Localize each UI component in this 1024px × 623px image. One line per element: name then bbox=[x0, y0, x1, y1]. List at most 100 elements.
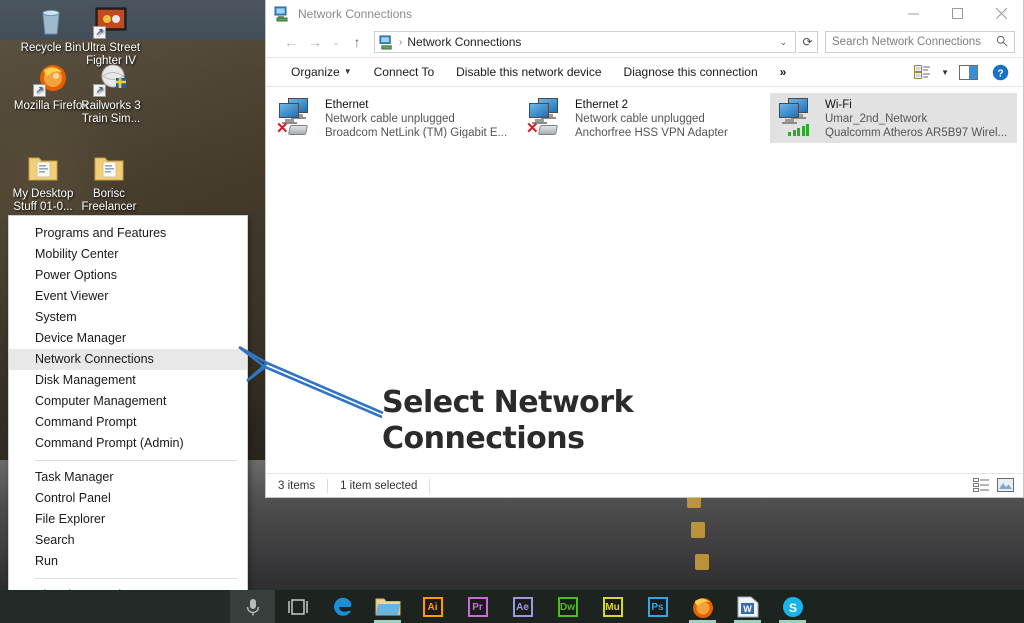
connection-name: Ethernet bbox=[325, 98, 507, 112]
menu-item-control-panel[interactable]: Control Panel bbox=[9, 488, 247, 509]
up-button[interactable]: ↑ bbox=[346, 31, 368, 53]
connection-item[interactable]: ✕EthernetNetwork cable unpluggedBroadcom… bbox=[270, 93, 517, 143]
window-titlebar[interactable]: Network Connections bbox=[266, 0, 1023, 27]
details-view-button[interactable] bbox=[973, 478, 991, 494]
preview-pane-icon[interactable] bbox=[955, 61, 981, 83]
organize-label: Organize bbox=[291, 65, 340, 79]
diagnose-connection-button[interactable]: Diagnose this connection bbox=[613, 60, 769, 84]
search-input[interactable]: Search Network Connections bbox=[825, 31, 1015, 53]
menu-item-mobility-center[interactable]: Mobility Center bbox=[9, 244, 247, 265]
menu-item-label: Command Prompt bbox=[35, 415, 136, 429]
taskbar-after-effects[interactable]: Ae bbox=[500, 590, 545, 623]
taskbar-items: Ai Pr Ae Dw Mu Ps W S bbox=[230, 590, 815, 623]
refresh-button[interactable]: ⟳ bbox=[798, 31, 818, 53]
breadcrumb[interactable]: › Network Connections ⌄ bbox=[374, 31, 796, 53]
address-bar[interactable]: ← → ⌄ ↑ › Network Connections ⌄ ⟳ Search… bbox=[266, 27, 1023, 57]
taskbar-search-area[interactable] bbox=[0, 590, 230, 623]
close-button[interactable] bbox=[979, 0, 1023, 27]
illustrator-icon-glyph: Ai bbox=[423, 597, 443, 617]
taskbar-firefox[interactable] bbox=[680, 590, 725, 623]
disable-device-button[interactable]: Disable this network device bbox=[445, 60, 612, 84]
menu-item-computer-management[interactable]: Computer Management bbox=[9, 391, 247, 412]
menu-item-device-manager[interactable]: Device Manager bbox=[9, 328, 247, 349]
svg-text:S: S bbox=[788, 601, 796, 615]
desktop-icon-railworks[interactable]: Railworks 3 Train Sim... bbox=[68, 62, 154, 126]
taskbar-muse[interactable]: Mu bbox=[590, 590, 635, 623]
dreamweaver-icon-glyph: Dw bbox=[558, 597, 578, 617]
menu-item-network-connections[interactable]: Network Connections bbox=[9, 349, 247, 370]
connection-status: Umar_2nd_Network bbox=[825, 112, 1007, 126]
railworks-icon bbox=[94, 62, 128, 96]
taskbar-edge[interactable] bbox=[320, 590, 365, 623]
menu-item-label: Task Manager bbox=[35, 470, 114, 484]
taskbar-photoshop[interactable]: Ps bbox=[635, 590, 680, 623]
menu-item-label: File Explorer bbox=[35, 512, 105, 526]
menu-item-label: Disk Management bbox=[35, 373, 136, 387]
muse-icon-glyph: Mu bbox=[603, 597, 623, 617]
menu-item-disk-management[interactable]: Disk Management bbox=[9, 370, 247, 391]
network-adapter-disconnected-icon: ✕ bbox=[526, 98, 568, 136]
folder-icon bbox=[92, 150, 126, 184]
minimize-button[interactable] bbox=[891, 0, 935, 27]
maximize-button[interactable] bbox=[935, 0, 979, 27]
breadcrumb-root[interactable]: Network Connections bbox=[407, 35, 521, 49]
connection-status: Network cable unplugged bbox=[325, 112, 507, 126]
taskbar-file-explorer[interactable] bbox=[365, 590, 410, 623]
window-title: Network Connections bbox=[298, 7, 412, 21]
menu-item-file-explorer[interactable]: File Explorer bbox=[9, 509, 247, 530]
taskbar-premiere[interactable]: Pr bbox=[455, 590, 500, 623]
connection-item[interactable]: Wi-FiUmar_2nd_NetworkQualcomm Atheros AR… bbox=[770, 93, 1017, 143]
view-chevron-down-icon[interactable]: ▼ bbox=[941, 68, 949, 77]
menu-item-label: Control Panel bbox=[35, 491, 111, 505]
annotation-text: Select Network Connections bbox=[382, 385, 682, 457]
power-user-menu[interactable]: Programs and FeaturesMobility CenterPowe… bbox=[8, 215, 248, 623]
firefox-icon bbox=[34, 62, 68, 96]
desktop-icon-label: Borisc Freelancer bbox=[66, 188, 152, 214]
taskbar-dreamweaver[interactable]: Dw bbox=[545, 590, 590, 623]
taskbar-illustrator[interactable]: Ai bbox=[410, 590, 455, 623]
organize-button[interactable]: Organize▼ bbox=[280, 60, 363, 84]
view-switch-buttons bbox=[973, 478, 1015, 494]
menu-item-power-options[interactable]: Power Options bbox=[9, 265, 247, 286]
unplugged-cable-icon bbox=[288, 125, 308, 135]
connect-to-button[interactable]: Connect To bbox=[363, 60, 446, 84]
change-view-icon[interactable] bbox=[909, 61, 935, 83]
recent-locations-button[interactable]: ⌄ bbox=[328, 31, 344, 53]
breadcrumb-dropdown-icon[interactable]: ⌄ bbox=[779, 37, 791, 48]
menu-item-event-viewer[interactable]: Event Viewer bbox=[9, 286, 247, 307]
overflow-button[interactable]: » bbox=[769, 60, 798, 84]
connection-device: Qualcomm Atheros AR5B97 Wirel... bbox=[825, 126, 1007, 138]
menu-item-programs-and-features[interactable]: Programs and Features bbox=[9, 223, 247, 244]
help-icon[interactable]: ? bbox=[987, 61, 1013, 83]
recycle-bin-icon bbox=[34, 4, 68, 38]
command-bar[interactable]: Organize▼ Connect To Disable this networ… bbox=[266, 57, 1023, 87]
menu-item-command-prompt[interactable]: Command Prompt bbox=[9, 412, 247, 433]
search-placeholder: Search Network Connections bbox=[832, 36, 981, 48]
after-effects-icon-glyph: Ae bbox=[513, 597, 533, 617]
menu-item-task-manager[interactable]: Task Manager bbox=[9, 467, 247, 488]
back-button[interactable]: ← bbox=[280, 31, 302, 53]
status-divider-2 bbox=[429, 479, 430, 493]
menu-item-command-prompt-admin[interactable]: Command Prompt (Admin) bbox=[9, 433, 247, 454]
annotation-line-1: Select Network bbox=[382, 385, 682, 421]
large-icons-view-button[interactable] bbox=[997, 478, 1015, 494]
taskbar-microphone[interactable] bbox=[230, 590, 275, 623]
menu-item-run[interactable]: Run bbox=[9, 551, 247, 572]
shortcut-arrow-icon bbox=[33, 84, 46, 97]
shortcut-arrow-icon bbox=[93, 84, 106, 97]
taskbar[interactable]: Ai Pr Ae Dw Mu Ps W S bbox=[0, 590, 1024, 623]
taskbar-skype[interactable]: S bbox=[770, 590, 815, 623]
connection-name: Ethernet 2 bbox=[575, 98, 728, 112]
desktop-icon-game-shortcut[interactable]: Ultra Street Fighter IV bbox=[68, 4, 154, 68]
connection-item[interactable]: ✕Ethernet 2Network cable unpluggedAnchor… bbox=[520, 93, 767, 143]
desktop-icon-folder[interactable]: Borisc Freelancer bbox=[66, 150, 152, 214]
premiere-icon-glyph: Pr bbox=[468, 597, 488, 617]
photoshop-icon-glyph: Ps bbox=[648, 597, 668, 617]
menu-item-system[interactable]: System bbox=[9, 307, 247, 328]
forward-button[interactable]: → bbox=[304, 31, 326, 53]
connection-name: Wi-Fi bbox=[825, 98, 1007, 112]
menu-item-search[interactable]: Search bbox=[9, 530, 247, 551]
taskbar-word[interactable]: W bbox=[725, 590, 770, 623]
wireless-adapter-icon bbox=[776, 98, 818, 136]
taskbar-task-view[interactable] bbox=[275, 590, 320, 623]
